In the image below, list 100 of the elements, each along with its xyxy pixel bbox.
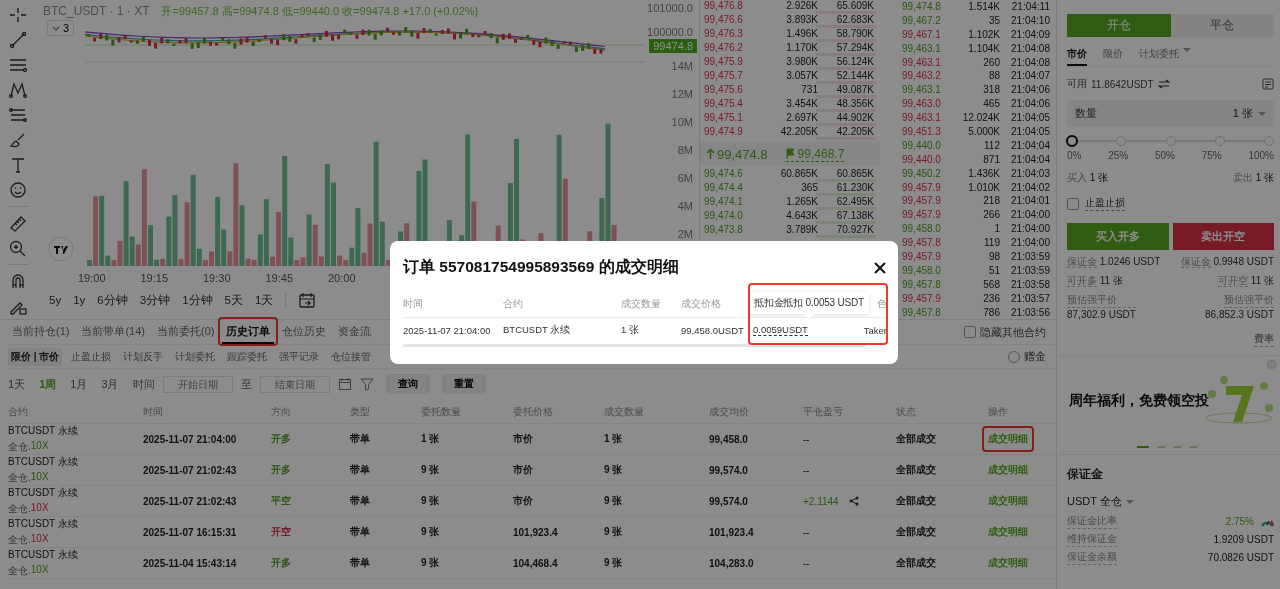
trade-price: 99,457.9 (902, 250, 942, 265)
trade-detail-link[interactable]: 成交明细 (988, 556, 1028, 570)
indicator-toggle[interactable]: 3 (47, 20, 75, 36)
level-lines-icon[interactable] (7, 106, 28, 124)
orders-tab[interactable]: 资金流 (334, 320, 376, 344)
order-price: 99,474.1 (704, 196, 744, 209)
stat-label: 保证金 (1180, 256, 1211, 268)
trade-time: 21:04:10 (1010, 13, 1050, 28)
slider-tick-label: 100% (1248, 150, 1274, 161)
share-icon[interactable] (848, 496, 859, 506)
calendar-icon[interactable] (298, 292, 317, 308)
smiley-icon[interactable] (7, 181, 28, 199)
order-category-tab[interactable]: 计划反手 (120, 347, 167, 366)
orders-tab[interactable]: 当前委托(0) (153, 320, 219, 344)
table-cell-text: 9 张 (604, 525, 624, 539)
interval-option[interactable]: 6分钟 (97, 292, 128, 308)
caret-icon (52, 25, 60, 31)
time-axis-label: 19:30 (203, 272, 231, 284)
table-cell-text: 1 张 (621, 323, 640, 337)
banner-title: 周年福利，免费领空投 (1069, 392, 1210, 410)
sell-short-button[interactable]: 卖出开空 (1172, 223, 1274, 250)
order-category-tab[interactable]: 限价 | 市价 (8, 347, 63, 366)
trade-quantity: 1.514K (967, 0, 1000, 14)
crosshair-icon[interactable] (7, 6, 28, 24)
order-quantity: 3.980K (785, 56, 818, 69)
trade-quantity: 236 (982, 291, 1000, 306)
interval-option[interactable]: 1天 (254, 292, 274, 308)
column-header: 状态 (896, 404, 917, 419)
order-type-tab[interactable]: 限价 (1103, 47, 1123, 66)
tooltip-text: 抵扣金抵扣 0.0053 USDT (754, 297, 864, 308)
interval-option[interactable]: 3分钟 (139, 292, 171, 308)
interval-option[interactable]: 1分钟 (182, 292, 213, 308)
line-tool-icon[interactable] (7, 31, 28, 49)
range-option[interactable]: 3月 (101, 376, 125, 392)
trade-detail-link[interactable]: 成交明细 (988, 463, 1028, 477)
filter-icon[interactable] (359, 377, 374, 391)
direction-cell-text: 开多 (271, 556, 292, 570)
order-quantity: 2.697K (785, 112, 818, 125)
trade-time: 21:04:07 (1010, 69, 1050, 84)
stat-value: 87,302.9 USDT (1067, 309, 1136, 320)
range-option[interactable]: 1月 (70, 376, 94, 392)
order-total: 67.138K (835, 210, 874, 223)
orders-tab[interactable]: 当前持仓(1) (8, 320, 74, 344)
order-category-tab[interactable]: 计划委托 (172, 347, 219, 366)
order-price: 99,475.7 (704, 70, 744, 83)
pattern-nodes-icon[interactable] (7, 81, 28, 99)
horizontal-lines-icon[interactable] (7, 56, 28, 74)
query-button[interactable]: 查询 (385, 374, 430, 394)
slider-thumb[interactable] (1066, 135, 1078, 147)
account-selector[interactable]: USDT 全仓 (1067, 494, 1274, 509)
chart-logo-icon (48, 236, 74, 262)
stat-value: 0.9948 USDT (1212, 256, 1274, 267)
range-option[interactable]: 1天 (8, 376, 32, 392)
slider-tick-label: 25% (1108, 150, 1129, 161)
trade-time: 21:04:11 (1010, 0, 1050, 14)
mark-price: 99,468.7 (797, 146, 845, 161)
order-type-tab[interactable]: 计划委托 (1139, 47, 1191, 66)
order-category-tab[interactable]: 止盈止损 (68, 347, 115, 366)
buy-long-button[interactable]: 买入开多 (1067, 223, 1169, 250)
table-cell-text: 9 张 (604, 494, 624, 508)
orders-tab[interactable]: 当前带单(14) (77, 320, 149, 344)
interval-option[interactable]: 1y (73, 294, 86, 306)
flag-icon (785, 148, 795, 159)
end-date-field[interactable]: 结束日期 (259, 375, 330, 393)
orders-tab[interactable]: 仓位历史 (278, 320, 331, 344)
checkbox[interactable] (1067, 197, 1079, 210)
order-category-tab[interactable]: 跟踪委托 (224, 347, 271, 366)
fee-rate-link[interactable]: 费率 (1254, 332, 1274, 347)
last-price: 99,474.8 (717, 146, 768, 162)
column-header: 合约 (503, 298, 524, 311)
highlight-box (218, 317, 279, 346)
calculator-icon[interactable] (1262, 78, 1274, 90)
checkbox[interactable] (964, 326, 976, 338)
order-type-tab[interactable]: 市价 (1067, 47, 1087, 66)
reset-button[interactable]: 重置 (441, 374, 486, 394)
trade-quantity: 1 (993, 222, 1000, 237)
table-cell-text: 99,458.0 (709, 433, 749, 445)
quantity-field[interactable]: 数量 1 张 (1067, 100, 1274, 127)
contract-name: BTCUSDT 永续 (8, 486, 79, 500)
column-header: 合约 (8, 404, 29, 419)
start-date-field[interactable]: 开始日期 (162, 375, 233, 393)
mode-tab[interactable]: 开仓 (1067, 14, 1171, 37)
slider-tick-label: 75% (1201, 150, 1222, 161)
trade-detail-link[interactable]: 成交明细 (988, 432, 1028, 446)
orders-tab[interactable]: 历史订单 (222, 320, 275, 344)
order-category-tab[interactable]: 仓位接管 (328, 347, 375, 366)
interval-option[interactable]: 5天 (224, 292, 243, 308)
trade-detail-link[interactable]: 成交明细 (988, 494, 1028, 508)
order-category-tab[interactable]: 强平记录 (276, 347, 323, 366)
trade-detail-link[interactable]: 成交明细 (988, 525, 1028, 539)
contract-name: BTCUSDT 永续 (8, 548, 79, 562)
range-option[interactable]: 1周 (39, 376, 63, 392)
interval-option[interactable]: 5y (49, 294, 62, 306)
table-cell-text: 市价 (513, 432, 534, 446)
order-price: 99,475.9 (704, 56, 744, 69)
trade-price: 99,457.9 (902, 208, 942, 223)
zoom-in-icon[interactable] (7, 239, 28, 257)
calendar-icon[interactable] (337, 377, 352, 391)
close-icon[interactable] (874, 261, 886, 274)
swap-icon[interactable] (1157, 79, 1170, 89)
